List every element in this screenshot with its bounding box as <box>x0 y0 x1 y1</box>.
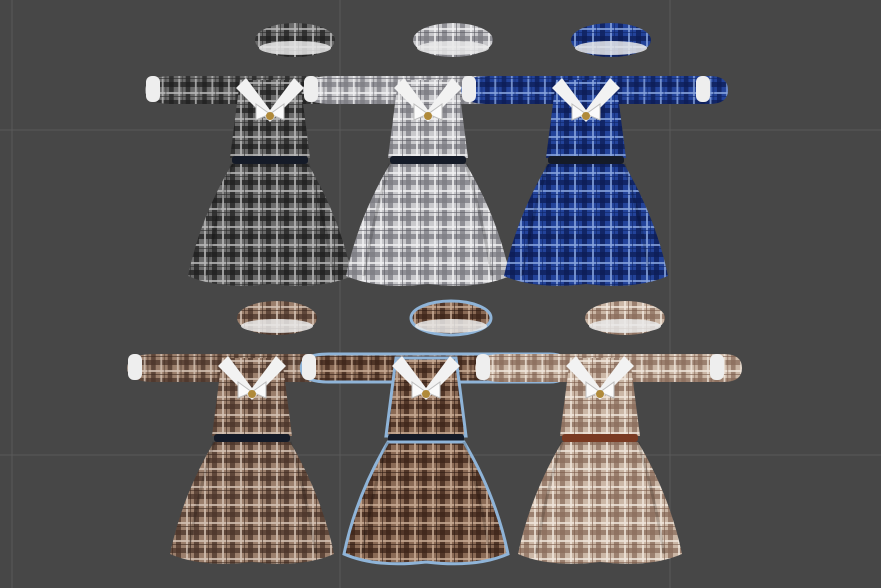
outfit-model-3[interactable] <box>456 18 728 302</box>
bodice <box>546 78 626 158</box>
bodice <box>212 356 292 436</box>
belt <box>562 434 638 442</box>
outfit-model-6[interactable] <box>470 296 742 580</box>
skirt <box>518 441 682 564</box>
belt <box>214 434 290 442</box>
belt <box>548 156 624 164</box>
beret <box>571 23 651 57</box>
belt <box>390 156 466 164</box>
beret <box>585 301 665 335</box>
belt <box>232 156 308 164</box>
skirt <box>504 163 668 286</box>
bodice <box>560 356 640 436</box>
scene-viewport[interactable] <box>0 0 881 588</box>
bodice <box>384 356 468 438</box>
